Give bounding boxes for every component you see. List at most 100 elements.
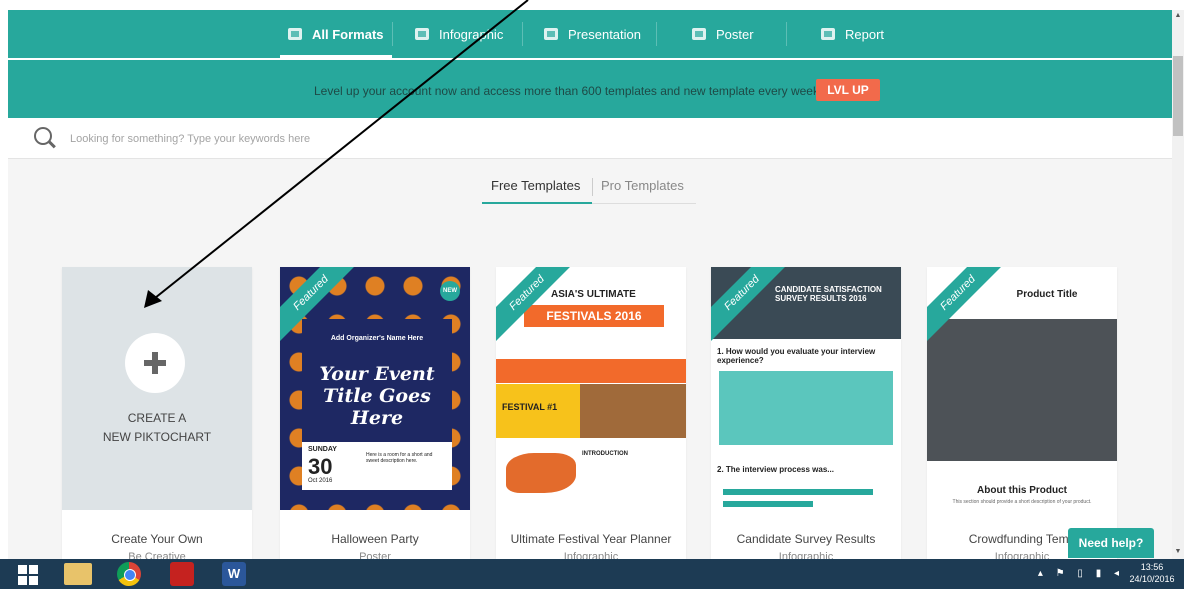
thumb-band: FESTIVALS 2016 (524, 305, 664, 327)
thumb-month: Oct 2016 (308, 478, 333, 484)
template-thumbnail[interactable]: Product Title About this Product This se… (927, 267, 1117, 510)
new-badge: NEW (440, 281, 460, 301)
infographic-icon (415, 28, 429, 40)
thumb-organizer: Add Organizer's Name Here (330, 335, 424, 342)
taskbar-clock[interactable]: 13:56 24/10/2016 (1124, 561, 1180, 585)
tab-free-templates[interactable]: Free Templates (491, 178, 580, 193)
system-tray[interactable]: ▴ ⚑ ▯ ▮ ◂ (1038, 568, 1124, 579)
thumb-day: SUNDAY (308, 446, 337, 453)
card-title[interactable]: Candidate Survey Results (711, 532, 901, 546)
tab-label: All Formats (312, 26, 384, 42)
create-button[interactable] (125, 333, 185, 393)
search-icon (34, 127, 52, 145)
file-explorer-icon[interactable] (64, 563, 92, 585)
search-bar (8, 118, 1172, 159)
thumb-rating-grid (719, 371, 893, 445)
tab-divider (656, 22, 657, 46)
plus-icon (144, 352, 166, 374)
card-title[interactable]: Ultimate Festival Year Planner (496, 532, 686, 546)
scroll-thumb[interactable] (1173, 56, 1183, 136)
thumb-title: Product Title (1016, 289, 1078, 300)
taskbar: W ▴ ⚑ ▯ ▮ ◂ 13:56 24/10/2016 (0, 559, 1184, 589)
thumb-question-1: 1. How would you evaluate your interview… (717, 347, 876, 365)
poster-panel: Add Organizer's Name Here Your Event Tit… (302, 319, 452, 447)
lvl-up-button[interactable]: LVL UP (816, 79, 880, 101)
card-subtitle: Infographic (563, 551, 619, 559)
thumb-date-number: 30 (308, 454, 333, 479)
active-tab-underline (482, 202, 592, 204)
template-thumbnail[interactable]: ASIA'S ULTIMATE FESTIVALS 2016 FESTIVAL … (496, 267, 686, 510)
template-card-festival[interactable]: ASIA'S ULTIMATE FESTIVALS 2016 FESTIVAL … (496, 267, 686, 559)
clock-date: 24/10/2016 (1129, 574, 1175, 584)
start-tile (18, 576, 27, 585)
start-tile (29, 565, 38, 574)
thumb-about: About this Product (977, 485, 1067, 496)
tab-report[interactable]: Report (821, 10, 884, 58)
thumb-title: CANDIDATE SATISFACTION SURVEY RESULTS 20… (775, 285, 882, 303)
tab-label: Report (845, 26, 885, 42)
page-scrollbar[interactable]: ▲ ▼ (1172, 10, 1184, 559)
create-label-line: NEW PIKTOCHART (102, 430, 212, 444)
start-tile (18, 565, 27, 574)
template-thumbnail[interactable]: Add Organizer's Name Here Your Event Tit… (280, 267, 470, 510)
template-type-tabs: Free Templates Pro Templates (482, 178, 696, 204)
card-subtitle: Be Creative (128, 551, 186, 559)
need-help-button[interactable]: Need help? (1068, 528, 1154, 558)
document-icon (288, 28, 302, 40)
tab-divider (392, 22, 393, 46)
poster-icon (692, 28, 706, 40)
thumb-title: ASIA'S ULTIMATE (551, 289, 636, 300)
tab-divider (786, 22, 787, 46)
thumb-bar (723, 489, 873, 495)
thumb-question-2: 2. The interview process was... (717, 465, 834, 474)
template-card-candidate-survey[interactable]: CANDIDATE SATISFACTION SURVEY RESULTS 20… (711, 267, 901, 559)
create-label: CREATE A NEW PIKTOCHART (62, 409, 252, 447)
card-title[interactable]: Create Your Own (62, 532, 252, 546)
tab-label: Presentation (568, 26, 641, 42)
thumb-festival-block: FESTIVAL #1 (496, 384, 580, 438)
format-nav: All Formats Infographic Presentation Pos… (8, 10, 1172, 58)
scroll-up-icon[interactable]: ▲ (1172, 10, 1184, 22)
tab-presentation[interactable]: Presentation (544, 10, 641, 58)
banner-text: Level up your account now and access mor… (314, 84, 819, 98)
windows-start-icon[interactable] (14, 561, 48, 587)
search-input[interactable] (68, 128, 572, 150)
thumb-intro: INTRODUCTION (582, 451, 628, 457)
report-icon (821, 28, 835, 40)
tab-underline (592, 203, 696, 204)
tab-divider (592, 178, 593, 196)
thumb-description: Here is a room for a short and sweet des… (366, 452, 433, 464)
create-thumbnail[interactable]: CREATE A NEW PIKTOCHART (62, 267, 252, 510)
chrome-icon[interactable] (117, 562, 141, 586)
create-label-line: CREATE A (127, 411, 187, 425)
thumb-title: Your Event Title Goes Here (319, 363, 435, 429)
card-subtitle: Poster (359, 551, 391, 559)
word-icon[interactable]: W (222, 562, 246, 586)
thumb-festival-label: FESTIVAL #1 (502, 402, 558, 412)
thumb-description: This section should provide a short desc… (952, 499, 1092, 505)
thumb-product-photo (927, 319, 1117, 461)
card-title[interactable]: Halloween Party (280, 532, 470, 546)
acrobat-icon[interactable] (170, 562, 194, 586)
thumb-food-photo (580, 384, 686, 438)
clock-time: 13:56 (1140, 562, 1164, 572)
template-card-crowdfunding[interactable]: Product Title About this Product This se… (927, 267, 1117, 559)
scroll-down-icon[interactable]: ▼ (1172, 546, 1184, 558)
upgrade-banner: Level up your account now and access mor… (8, 60, 1172, 118)
presentation-icon (544, 28, 558, 40)
tab-infographic[interactable]: Infographic (415, 10, 503, 58)
template-card-halloween[interactable]: Add Organizer's Name Here Your Event Tit… (280, 267, 470, 559)
thumb-date-box: SUNDAY 30 Oct 2016 Here is a room for a … (302, 442, 452, 490)
template-card-create[interactable]: CREATE A NEW PIKTOCHART Create Your Own … (62, 267, 252, 559)
template-thumbnail[interactable]: CANDIDATE SATISFACTION SURVEY RESULTS 20… (711, 267, 901, 510)
start-tile (29, 576, 38, 585)
tab-poster[interactable]: Poster (692, 10, 754, 58)
card-subtitle: Infographic (778, 551, 834, 559)
thumb-strip (496, 359, 686, 383)
thumb-bar (723, 501, 813, 507)
tab-all-formats[interactable]: All Formats (280, 10, 391, 58)
tab-label: Poster (716, 26, 754, 42)
tab-pro-templates[interactable]: Pro Templates (601, 178, 684, 193)
tab-label: Infographic (439, 26, 504, 42)
tab-divider (522, 22, 523, 46)
